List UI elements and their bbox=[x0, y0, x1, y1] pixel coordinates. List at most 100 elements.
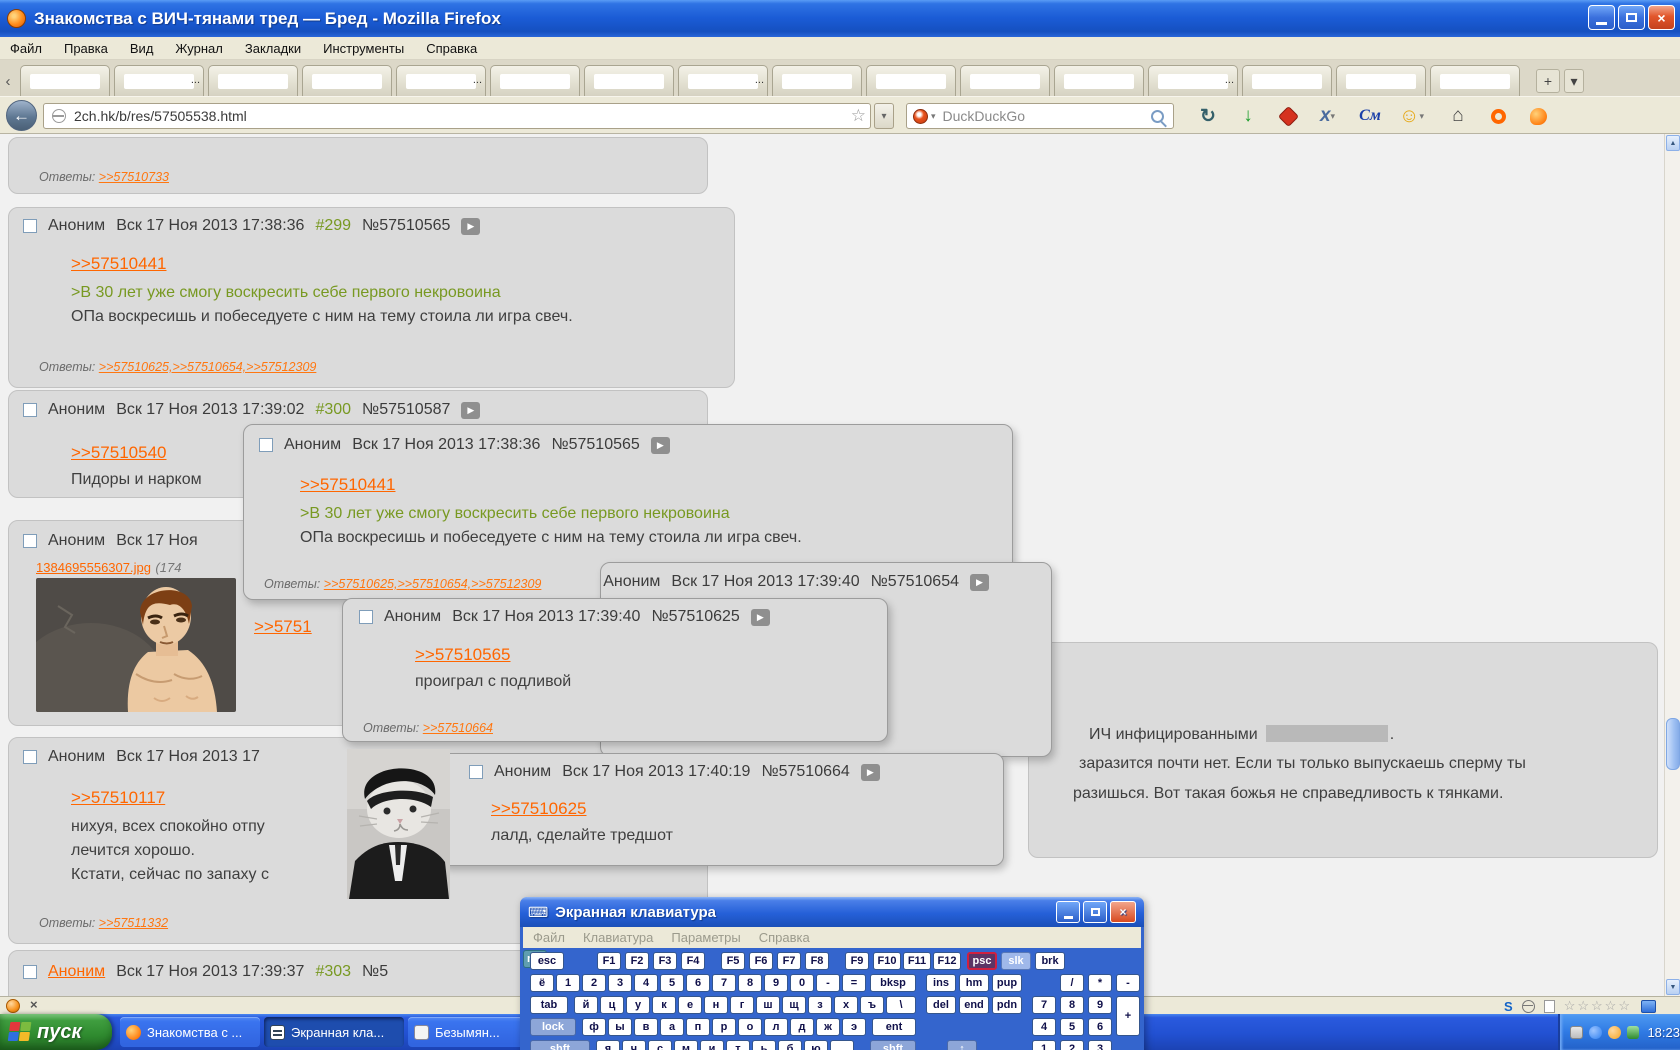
downloads-button[interactable]: ↓ bbox=[1232, 102, 1264, 130]
post-checkbox[interactable] bbox=[23, 750, 37, 764]
osk-key-р[interactable]: р bbox=[712, 1018, 736, 1036]
scrollbar-down-button[interactable]: ▼ bbox=[1666, 979, 1680, 995]
tab-10[interactable] bbox=[866, 65, 956, 96]
osk-key-F6[interactable]: F6 bbox=[749, 952, 773, 970]
smiley-extension-icon[interactable]: ☺ ▾ bbox=[1392, 102, 1436, 130]
post-checkbox[interactable] bbox=[23, 534, 37, 548]
osk-key-F4[interactable]: F4 bbox=[681, 952, 705, 970]
expand-post-button[interactable]: ▶ bbox=[650, 436, 670, 454]
cat-thumbnail[interactable] bbox=[347, 749, 450, 899]
osk-key-brk[interactable]: brk bbox=[1035, 952, 1065, 970]
search-engine-dropdown-icon[interactable]: ▾ bbox=[931, 111, 936, 122]
osk-key-pdn[interactable]: pdn bbox=[992, 996, 1022, 1014]
tab-12[interactable] bbox=[1054, 65, 1144, 96]
osk-key-F12[interactable]: F12 bbox=[933, 952, 961, 970]
reply-ref-link[interactable]: >>57510540 bbox=[71, 443, 167, 463]
osk-key-7[interactable]: 7 bbox=[1032, 996, 1056, 1014]
start-button[interactable]: пуск bbox=[0, 1014, 112, 1050]
osk-key-pup[interactable]: pup bbox=[992, 974, 1022, 992]
osk-key-shft[interactable]: shft bbox=[870, 1040, 916, 1050]
osk-key-л[interactable]: л bbox=[764, 1018, 788, 1036]
post-thumbnail-drawing[interactable] bbox=[36, 578, 236, 712]
url-bar[interactable]: ☆ bbox=[43, 103, 871, 129]
scrollbar-up-button[interactable]: ▲ bbox=[1666, 135, 1680, 151]
post-checkbox[interactable] bbox=[23, 965, 37, 979]
post-checkbox[interactable] bbox=[23, 219, 37, 233]
tab-13[interactable]: ... bbox=[1148, 65, 1238, 96]
osk-key-п[interactable]: п bbox=[686, 1018, 710, 1036]
osk-key-2[interactable]: 2 bbox=[582, 974, 606, 992]
expand-post-button[interactable]: ▶ bbox=[750, 608, 770, 626]
osk-close-button[interactable]: × bbox=[1110, 901, 1136, 923]
url-input[interactable] bbox=[72, 107, 851, 125]
osk-key-х[interactable]: х bbox=[834, 996, 858, 1014]
osk-key-ь[interactable]: ь bbox=[752, 1040, 776, 1050]
menu-file[interactable]: Файл bbox=[10, 41, 42, 56]
tray-icon-a[interactable] bbox=[1570, 1025, 1583, 1039]
osk-key-1[interactable]: 1 bbox=[1032, 1040, 1056, 1050]
tab-4[interactable] bbox=[302, 65, 392, 96]
osk-key-blank[interactable] bbox=[830, 1040, 854, 1050]
post-number[interactable]: №57510654 bbox=[871, 573, 959, 591]
list-all-tabs-button[interactable]: ▾ bbox=[1564, 69, 1584, 93]
osk-key-ё[interactable]: ё bbox=[530, 974, 554, 992]
new-tab-button[interactable]: + bbox=[1536, 69, 1560, 93]
osk-menu-file[interactable]: Файл bbox=[533, 930, 565, 945]
osk-key-4[interactable]: 4 bbox=[1032, 1018, 1056, 1036]
osk-key-2[interactable]: 2 bbox=[1060, 1040, 1084, 1050]
tab-11[interactable] bbox=[960, 65, 1050, 96]
file-link[interactable]: 1384695556307.jpg bbox=[36, 560, 151, 575]
osk-key-↑[interactable]: ↑ bbox=[947, 1040, 977, 1050]
osk-key-tab[interactable]: tab bbox=[530, 996, 568, 1014]
tab-7[interactable] bbox=[584, 65, 674, 96]
osk-key-ю[interactable]: ю bbox=[804, 1040, 828, 1050]
osk-key-F5[interactable]: F5 bbox=[721, 952, 745, 970]
osk-key-ч[interactable]: ч bbox=[622, 1040, 646, 1050]
osk-key-э[interactable]: э bbox=[842, 1018, 866, 1036]
expand-post-button[interactable]: ▶ bbox=[461, 401, 481, 419]
osk-key-*[interactable]: * bbox=[1088, 974, 1112, 992]
tray-icon-c[interactable] bbox=[1607, 1025, 1621, 1039]
search-input[interactable] bbox=[940, 107, 1151, 125]
osk-key-ъ[interactable]: ъ bbox=[860, 996, 884, 1014]
reply-link[interactable]: >>57511332 bbox=[99, 916, 168, 930]
osk-key-ц[interactable]: ц bbox=[600, 996, 624, 1014]
post-number[interactable]: №57510565 bbox=[551, 436, 639, 454]
poster-name-link[interactable]: Аноним bbox=[48, 963, 105, 981]
osk-key-ins[interactable]: ins bbox=[926, 974, 956, 992]
back-button[interactable]: ← bbox=[6, 100, 37, 131]
menu-tools[interactable]: Инструменты bbox=[323, 41, 404, 56]
page-scrollbar[interactable]: ▲ ▼ bbox=[1664, 134, 1680, 996]
reply-ref-link[interactable]: >>57510441 bbox=[300, 475, 396, 495]
osk-key-а[interactable]: а bbox=[660, 1018, 684, 1036]
osk-key-del[interactable]: del bbox=[926, 996, 956, 1014]
osk-key-т[interactable]: т bbox=[726, 1040, 750, 1050]
osk-key-ent[interactable]: ent bbox=[872, 1018, 916, 1036]
tab-14[interactable] bbox=[1242, 65, 1332, 96]
osk-key-bksp[interactable]: bksp bbox=[870, 974, 916, 992]
close-button[interactable]: × bbox=[1648, 5, 1675, 30]
osk-key-в[interactable]: в bbox=[634, 1018, 658, 1036]
osk-key-=[interactable]: = bbox=[842, 974, 866, 992]
osk-key-с[interactable]: с bbox=[648, 1040, 672, 1050]
osk-key-F2[interactable]: F2 bbox=[625, 952, 649, 970]
osk-key-+[interactable]: + bbox=[1116, 996, 1140, 1036]
tab-16[interactable] bbox=[1430, 65, 1520, 96]
osk-key-shft[interactable]: shft bbox=[530, 1040, 590, 1050]
osk-key-к[interactable]: к bbox=[652, 996, 676, 1014]
osk-key-ш[interactable]: ш bbox=[756, 996, 780, 1014]
reply-link[interactable]: >>57510733 bbox=[99, 170, 169, 184]
reply-link[interactable]: >>57510625,>>57510654,>>57512309 bbox=[324, 577, 542, 591]
osk-key-\[interactable]: \ bbox=[886, 996, 916, 1014]
post-checkbox[interactable] bbox=[259, 438, 273, 452]
ring-extension-icon[interactable] bbox=[1482, 102, 1514, 130]
tab-1[interactable] bbox=[20, 65, 110, 96]
search-icon[interactable] bbox=[1151, 109, 1164, 123]
duckduckgo-icon[interactable] bbox=[913, 108, 928, 124]
panel-status-icon[interactable] bbox=[1641, 999, 1656, 1013]
reply-ref-link[interactable]: >>57510117 bbox=[71, 788, 165, 808]
osk-key-г[interactable]: г bbox=[730, 996, 754, 1014]
osk-key-esc[interactable]: esc bbox=[530, 952, 564, 970]
osk-key-F9[interactable]: F9 bbox=[845, 952, 869, 970]
statusbar-close-icon[interactable]: × bbox=[30, 997, 38, 1012]
